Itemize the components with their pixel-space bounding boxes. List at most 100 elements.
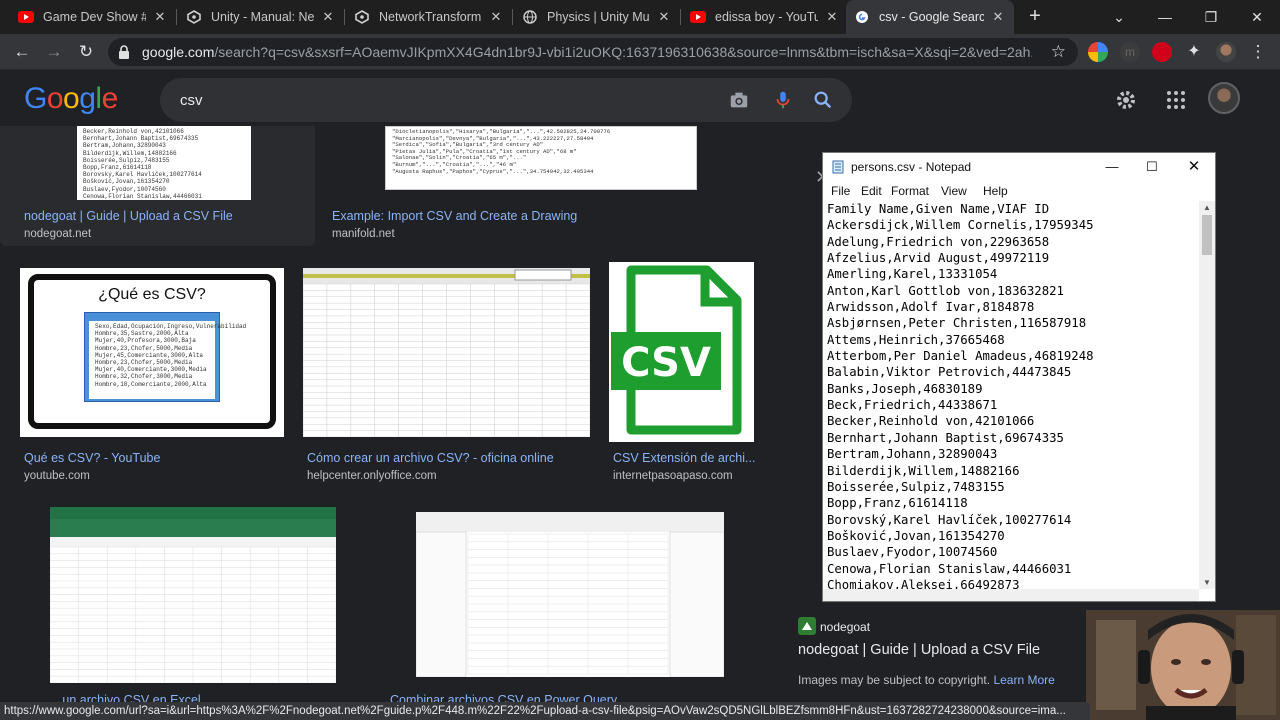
browser-tab[interactable]: NetworkTransform ✕ [346,0,512,34]
result-title[interactable]: Example: Import CSV and Create a Drawing [332,209,632,223]
result-thumbnail[interactable] [416,512,724,677]
webcam-overlay [1086,610,1280,720]
notepad-line: Borovský,Karel Havlíček,100277614 [827,512,1072,527]
google-logo[interactable]: Google [24,82,118,116]
notepad-horizontal-scrollbar[interactable] [823,589,1199,601]
youtube-icon [690,9,706,25]
result-title[interactable]: Combinar archivos CSV en Power Query [390,693,710,702]
result-title[interactable]: nodegoat | Guide | Upload a CSV File [24,209,304,223]
address-bar[interactable]: google.com/search?q=csv&sxsrf=AOaemvJIKp… [108,38,1078,66]
notepad-window[interactable]: persons.csv - Notepad — ☐ ✕ File Edit Form… [822,152,1216,602]
notepad-titlebar[interactable]: persons.csv - Notepad — ☐ ✕ [823,153,1215,181]
notepad-line: Bopp,Franz,61614118 [827,496,968,511]
menu-format[interactable]: Format [891,184,929,198]
tab-close-icon[interactable]: ✕ [656,9,672,25]
result-card[interactable]: ¿Qué es CSV? Sexo,Edad,Ocupación,Ingreso… [20,268,284,483]
tab-separator [176,9,177,25]
new-tab-button[interactable]: + [1024,5,1046,27]
notepad-vertical-scrollbar[interactable]: ▲ ▼ [1199,201,1215,589]
browser-tab[interactable]: Physics | Unity Mul ✕ [514,0,680,34]
search-input[interactable] [180,89,680,111]
browser-tab[interactable]: Unity - Manual: Ne ✕ [178,0,344,34]
apps-grid-icon[interactable] [1164,88,1188,112]
tab-separator [344,9,345,25]
notepad-close-button[interactable]: ✕ [1181,156,1207,178]
browser-tab[interactable]: edissa boy - YouTu ✕ [682,0,848,34]
bookmark-star-icon[interactable]: ☆ [1051,42,1066,62]
preview-title[interactable]: nodegoat | Guide | Upload a CSV File [798,642,1040,658]
notepad-maximize-button[interactable]: ☐ [1139,156,1165,178]
menu-file[interactable]: File [831,184,850,198]
result-title[interactable]: ...un archivo CSV en Excel [52,693,337,702]
notepad-line: Adelung,Friedrich von,22963658 [827,234,1050,249]
browser-tab[interactable]: csv - Google Search ✕ [846,0,1014,34]
tab-close-icon[interactable]: ✕ [990,9,1006,25]
back-button[interactable]: ← [10,40,34,64]
scroll-up-arrow[interactable]: ▲ [1203,203,1211,212]
reload-button[interactable]: ↻ [74,40,98,64]
notepad-line: Becker,Reinhold von,42101066 [827,414,1035,429]
scroll-down-arrow[interactable]: ▼ [1203,578,1211,587]
google-icon [854,9,870,25]
tab-search-icon[interactable]: ⌄ [1106,4,1132,30]
preview-source[interactable]: nodegoat [820,620,870,634]
notepad-line: Banks,Joseph,46830189 [827,381,983,396]
result-card[interactable]: Combinar archivos CSV en Power Query [390,512,726,702]
camera-icon[interactable] [728,89,750,111]
copyright-notice: Images may be subject to copyright. Lear… [798,673,1055,687]
result-title[interactable]: CSV Extensión de archi... [613,451,759,465]
menu-help[interactable]: Help [983,184,1008,198]
result-title[interactable]: Cómo crear un archivo CSV? - oficina onl… [307,451,590,465]
result-card[interactable]: CSV CSV Extensión de archi... internetpa… [609,262,759,483]
result-thumbnail[interactable] [303,268,590,437]
profile-avatar[interactable] [1216,42,1236,62]
notepad-text-area[interactable]: Family Name,Given Name,VIAF ID Ackersdijc… [823,201,1199,591]
lock-icon [119,45,129,59]
tab-title: Game Dev Show # [43,10,146,24]
browser-menu-icon[interactable]: ⋮ [1246,40,1270,64]
settings-gear-icon[interactable] [1114,88,1138,112]
extensions-puzzle-icon[interactable]: ✦ [1184,42,1204,62]
tab-close-icon[interactable]: ✕ [488,9,504,25]
power-query-thumbnail [416,512,724,677]
tab-close-icon[interactable]: ✕ [152,9,168,25]
notepad-icon [832,160,844,174]
extension-shield-icon[interactable] [1152,42,1172,62]
forward-button[interactable]: → [42,40,66,64]
menu-edit[interactable]: Edit [861,184,882,198]
learn-more-link[interactable]: Learn More [993,673,1054,687]
tab-close-icon[interactable]: ✕ [320,9,336,25]
notepad-line: Family Name,Given Name,VIAF ID [827,202,1050,216]
thumbnail-text: "Diocletianopolis","Hisarya","Bulgaria",… [392,128,611,175]
browser-toolbar: ← → ↻ google.com/search?q=csv&sxsrf=AOae… [0,34,1280,70]
result-thumbnail[interactable]: "Diocletianopolis","Hisarya","Bulgaria",… [385,126,697,190]
result-title[interactable]: Qué es CSV? - YouTube [24,451,284,465]
extension-m-icon[interactable]: m [1120,42,1140,62]
menu-view[interactable]: View [941,184,967,198]
result-card[interactable]: "Diocletianopolis","Hisarya","Bulgaria",… [316,126,810,246]
search-box[interactable] [160,78,852,122]
browser-tab[interactable]: Game Dev Show # ✕ [10,0,176,34]
result-thumbnail[interactable]: ¿Qué es CSV? Sexo,Edad,Ocupación,Ingreso… [20,268,284,437]
notepad-line: Ackersdijck,Willem Cornelis,17959345 [827,218,1094,233]
result-thumbnail[interactable]: Becker,Reinhold von,42101066 Bernhart,Jo… [77,126,251,200]
result-card[interactable]: ...un archivo CSV en Excel [50,507,337,702]
close-window-button[interactable]: ✕ [1244,4,1270,30]
result-source: youtube.com [24,470,90,482]
result-card[interactable]: Cómo crear un archivo CSV? - oficina onl… [303,268,590,483]
notepad-minimize-button[interactable]: — [1099,156,1125,178]
extension-color-icon[interactable] [1088,42,1108,62]
result-thumbnail[interactable] [50,507,336,683]
link-status-bar: https://www.google.com/url?sa=i&url=http… [0,702,1090,720]
tab-title: Unity - Manual: Ne [211,10,314,24]
restore-button[interactable]: ❐ [1198,4,1224,30]
minimize-button[interactable]: — [1152,4,1178,30]
result-thumbnail[interactable]: CSV [609,262,754,442]
microphone-icon[interactable] [772,89,794,111]
search-icon[interactable] [812,89,834,111]
tab-close-icon[interactable]: ✕ [824,9,840,25]
result-card[interactable]: Becker,Reinhold von,42101066 Bernhart,Jo… [0,126,315,246]
screen: Game Dev Show # ✕ Unity - Manual: Ne ✕ Netwo… [0,0,1280,720]
scrollbar-thumb[interactable] [1202,215,1212,255]
account-avatar[interactable] [1208,82,1240,114]
